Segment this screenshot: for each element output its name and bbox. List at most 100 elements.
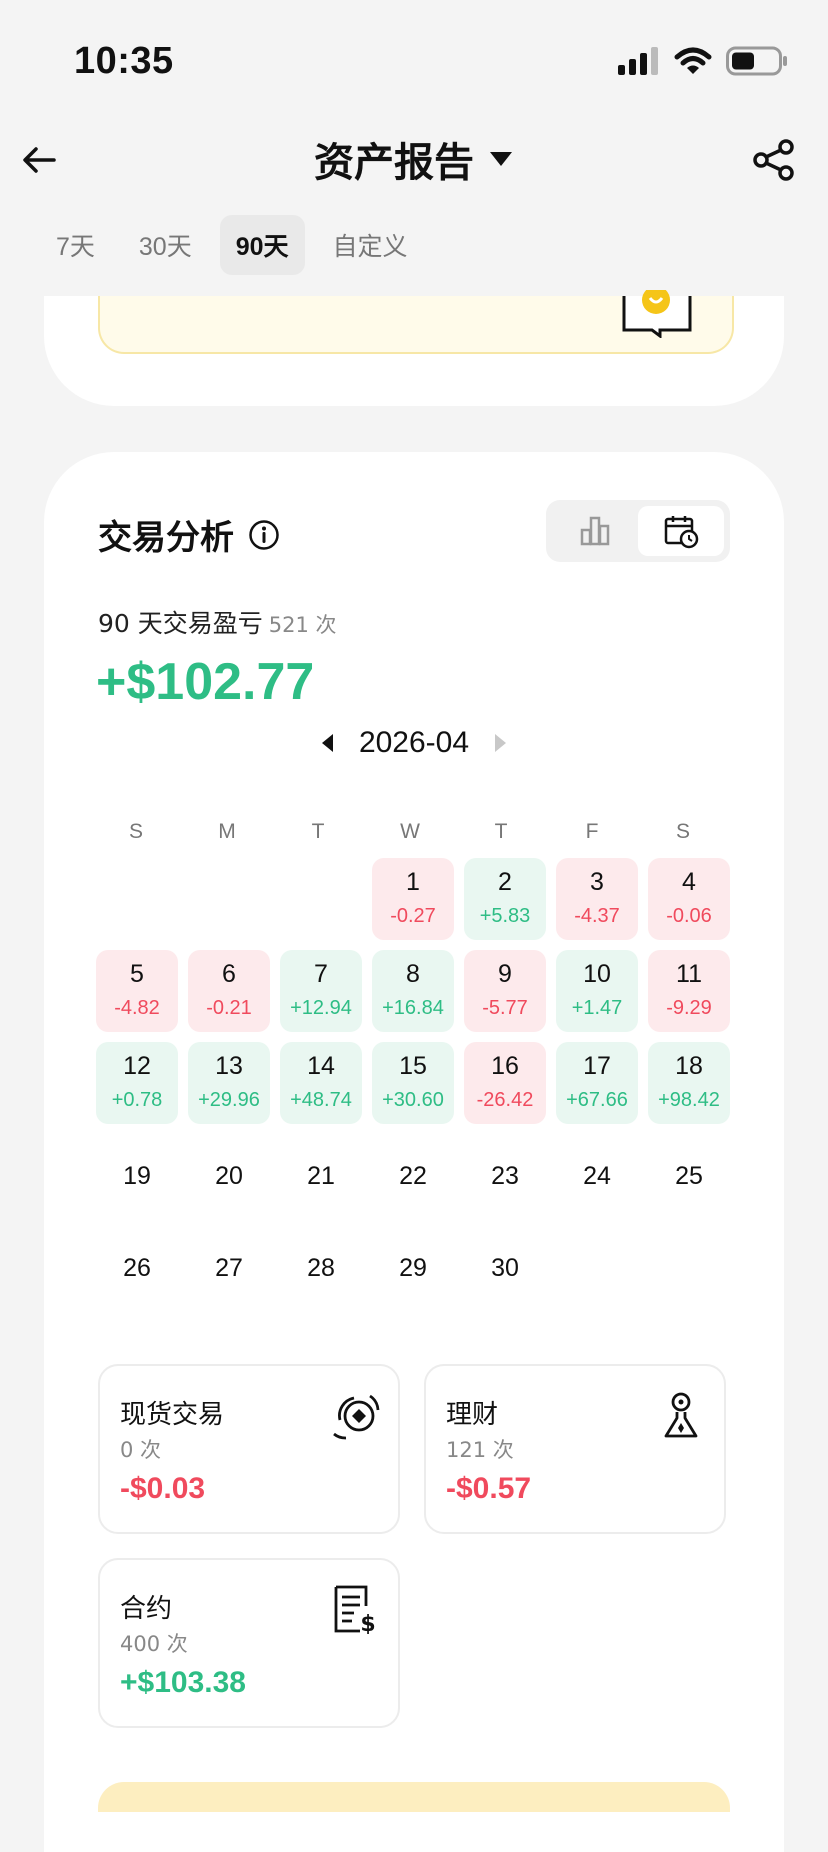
prev-month-icon[interactable]: [321, 734, 333, 752]
tab-30d[interactable]: 30天: [123, 215, 208, 275]
view-toggle: [546, 500, 730, 562]
day-number: 30: [491, 1254, 519, 1282]
section-header: 交易分析: [98, 510, 280, 559]
month-navigator: 2026-04: [0, 726, 828, 760]
contract-document-icon: $: [334, 1585, 376, 1634]
spot-amount: -$0.03: [120, 1472, 206, 1505]
day-number: 7: [314, 960, 328, 988]
day-number: 4: [682, 868, 696, 896]
day-pnl-value: +1.47: [571, 997, 623, 1019]
calendar-day-cell[interactable]: 7 +12.94: [280, 950, 362, 1032]
day-number: 2: [498, 868, 512, 896]
period-tabs: 7天 30天 90天 自定义: [40, 215, 424, 275]
calendar-day-cell[interactable]: 1 -0.27: [372, 858, 454, 940]
calendar-day-cell[interactable]: 30: [464, 1226, 546, 1308]
day-pnl-value: -4.82: [114, 997, 160, 1019]
calendar-day-cell[interactable]: 29: [372, 1226, 454, 1308]
share-icon[interactable]: [750, 136, 798, 184]
info-icon[interactable]: [248, 519, 280, 551]
day-number: 28: [307, 1254, 335, 1282]
calendar-day-cell[interactable]: 18 +98.42: [648, 1042, 730, 1124]
tab-custom[interactable]: 自定义: [317, 215, 424, 275]
weekday-label: S: [128, 820, 143, 843]
day-number: 11: [676, 960, 702, 988]
day-number: 1: [406, 868, 420, 896]
status-time: 10:35: [74, 40, 174, 82]
day-number: 22: [399, 1162, 427, 1190]
chart-view-button[interactable]: [552, 506, 638, 556]
calendar-day-cell[interactable]: 23: [464, 1134, 546, 1216]
day-number: 26: [123, 1254, 151, 1282]
calendar-day-cell[interactable]: 21: [280, 1134, 362, 1216]
calendar-day-cell[interactable]: 3 -4.37: [556, 858, 638, 940]
calendar-day-cell[interactable]: 19: [96, 1134, 178, 1216]
earn-flask-icon: [664, 1392, 698, 1438]
pnl-label: 90 天交易盈亏: [98, 609, 263, 638]
day-number: 24: [583, 1162, 611, 1190]
day-number: 19: [123, 1162, 151, 1190]
day-number: 20: [215, 1162, 243, 1190]
earn-card[interactable]: 理财 121 次 -$0.57: [424, 1364, 726, 1534]
calendar-day-cell[interactable]: 15 +30.60: [372, 1042, 454, 1124]
day-number: 6: [222, 960, 236, 988]
day-pnl-value: +5.83: [479, 905, 531, 927]
day-pnl-value: -0.21: [206, 997, 252, 1019]
day-number: 15: [399, 1052, 427, 1080]
weekday-label: S: [675, 820, 690, 843]
calendar-day-cell[interactable]: 8 +16.84: [372, 950, 454, 1032]
day-number: 25: [675, 1162, 703, 1190]
day-pnl-value: -26.42: [476, 1089, 534, 1111]
earn-amount: -$0.57: [446, 1472, 532, 1505]
calendar-day-cell[interactable]: 13 +29.96: [188, 1042, 270, 1124]
calendar-day-cell[interactable]: 24: [556, 1134, 638, 1216]
calendar-day-cell[interactable]: 17 +67.66: [556, 1042, 638, 1124]
calendar-day-cell[interactable]: 14 +48.74: [280, 1042, 362, 1124]
calendar-day-cell[interactable]: 12 +0.78: [96, 1042, 178, 1124]
calendar-day-cell[interactable]: 2 +5.83: [464, 858, 546, 940]
day-pnl-value: +0.78: [111, 1089, 163, 1111]
weekday-label: W: [400, 820, 420, 843]
day-number: 21: [307, 1162, 335, 1190]
section-title: 交易分析: [98, 518, 234, 558]
spot-trading-card[interactable]: 现货交易 0 次 -$0.03: [98, 1364, 400, 1534]
day-number: 12: [123, 1052, 151, 1080]
next-month-icon[interactable]: [495, 734, 507, 752]
calendar-view-button[interactable]: [638, 506, 724, 556]
tab-90d[interactable]: 90天: [219, 215, 305, 275]
weekday-label: T: [311, 820, 325, 843]
status-icons: [616, 46, 788, 76]
calendar-day-cell[interactable]: 28: [280, 1226, 362, 1308]
calendar-day-cell[interactable]: 27: [188, 1226, 270, 1308]
calendar-day-cell[interactable]: 25: [648, 1134, 730, 1216]
futures-name: 合约: [120, 1594, 173, 1624]
day-pnl-value: +48.74: [290, 1089, 352, 1111]
calendar-day-cell[interactable]: 11 -9.29: [648, 950, 730, 1032]
weekday-label: F: [585, 820, 599, 843]
title-dropdown[interactable]: 资产报告: [0, 130, 828, 188]
calendar-day-cell[interactable]: 9 -5.77: [464, 950, 546, 1032]
calendar-day-cell[interactable]: 16 -26.42: [464, 1042, 546, 1124]
weekday-header: SMTWTFS: [96, 820, 732, 850]
calendar-day-cell[interactable]: 26: [96, 1226, 178, 1308]
futures-amount: +$103.38: [120, 1666, 246, 1699]
calendar-day-cell[interactable]: 20: [188, 1134, 270, 1216]
bar-chart-icon: [580, 516, 610, 546]
futures-card[interactable]: 合约 400 次 +$103.38 $: [98, 1558, 400, 1728]
caret-down-icon: [490, 152, 512, 166]
day-number: 8: [406, 960, 420, 988]
pnl-label-row: 90 天交易盈亏 521 次: [98, 604, 337, 640]
trade-count: 521 次: [268, 613, 337, 637]
day-pnl-value: -5.77: [482, 997, 528, 1019]
calendar-day-cell[interactable]: 6 -0.21: [188, 950, 270, 1032]
earn-name: 理财: [446, 1400, 499, 1430]
calendar-day-cell[interactable]: 5 -4.82: [96, 950, 178, 1032]
calendar-day-cell[interactable]: 22: [372, 1134, 454, 1216]
calendar-day-cell[interactable]: 4 -0.06: [648, 858, 730, 940]
svg-text:$: $: [360, 1612, 375, 1634]
weekday-label: T: [494, 820, 508, 843]
day-pnl-value: -9.29: [666, 997, 712, 1019]
calendar-day-cell[interactable]: 10 +1.47: [556, 950, 638, 1032]
futures-count: 400 次: [120, 1632, 188, 1656]
tab-7d[interactable]: 7天: [40, 215, 111, 275]
pnl-value: +$102.77: [96, 653, 315, 711]
